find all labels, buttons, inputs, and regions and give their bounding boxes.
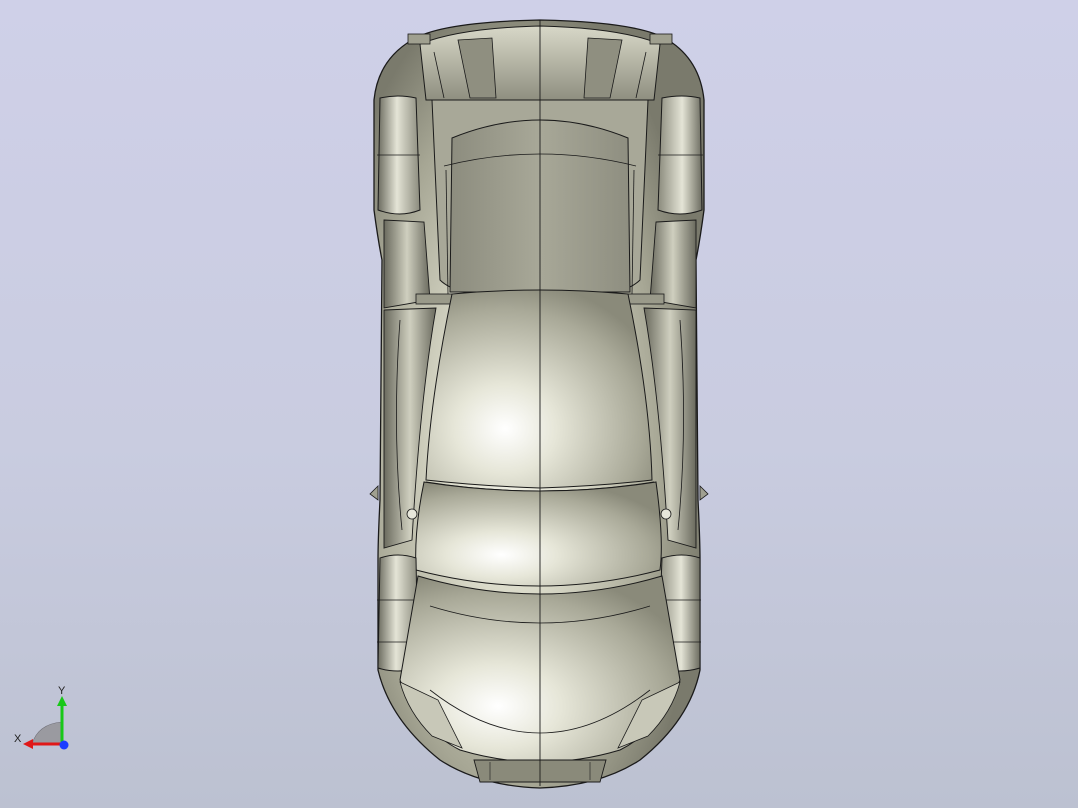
- mirror-mount-left: [407, 33, 431, 45]
- axis-triad: Y X: [10, 684, 76, 754]
- z-axis-dot: [59, 740, 69, 750]
- x-axis-label: X: [14, 733, 22, 745]
- roof: [425, 289, 653, 489]
- door-handle-right: [660, 508, 672, 520]
- windshield: [415, 481, 662, 587]
- mirror-mount-right: [649, 33, 673, 45]
- x-axis-arrow: [23, 739, 33, 749]
- wheel-rear-left: [377, 95, 421, 215]
- mirror-right: [699, 485, 709, 501]
- wheel-rear-right: [657, 95, 703, 215]
- 3d-viewport[interactable]: [0, 0, 1078, 808]
- y-axis-label: Y: [58, 685, 66, 697]
- y-axis-arrow: [57, 696, 67, 706]
- car-model-view[interactable]: [0, 0, 1078, 808]
- mirror-left: [369, 485, 379, 501]
- triad-base: [31, 721, 63, 745]
- door-handle-left: [406, 508, 418, 520]
